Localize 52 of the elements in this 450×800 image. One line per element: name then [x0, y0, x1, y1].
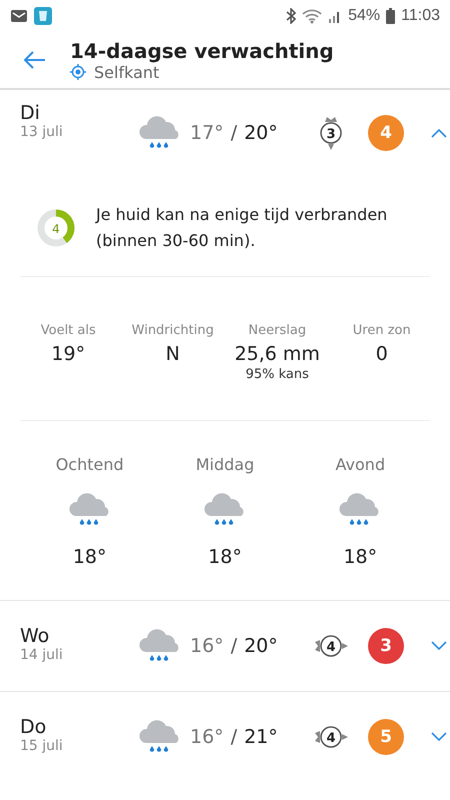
- app-icon: [34, 7, 52, 25]
- detail-value: 0: [376, 343, 388, 365]
- day-row[interactable]: Di 13 juli 17° / 20° 3 4: [0, 90, 450, 176]
- day-row[interactable]: Wo 14 juli 16° / 20° 4 3: [0, 600, 450, 692]
- daypart-temperature: 18°: [208, 546, 242, 568]
- daypart-temperature: 18°: [72, 546, 106, 568]
- page-title: 14-daagse verwachting: [70, 38, 334, 62]
- location-name: Selfkant: [94, 62, 160, 82]
- detail-value: 25,6 mm: [234, 343, 320, 365]
- temperature-separator: /: [230, 122, 238, 144]
- day-date: 13 juli: [20, 124, 64, 140]
- location-icon: [70, 64, 86, 80]
- mail-icon: [10, 8, 28, 24]
- detail-value: 19°: [51, 343, 86, 365]
- detail-label: Neerslag: [248, 323, 306, 338]
- max-temperature: 21°: [244, 726, 278, 748]
- min-temperature: 16°: [190, 726, 224, 748]
- uv-index: 3: [368, 628, 404, 664]
- expand-chevron[interactable]: [430, 731, 448, 744]
- uv-advice: Je huid kan na enige tijd verbranden (binnen 30-60 min).: [96, 204, 388, 252]
- max-temperature: 20°: [244, 635, 278, 658]
- detail-label: Windrichting: [132, 323, 214, 338]
- collapse-chevron[interactable]: [430, 127, 448, 139]
- detail-value: N: [166, 343, 180, 365]
- min-temperature: 17°: [190, 122, 224, 144]
- wifi-icon: [302, 8, 322, 24]
- daypart-temperature: 18°: [343, 546, 378, 568]
- bluetooth-icon: [286, 8, 296, 24]
- day-date: 15 juli: [20, 738, 64, 754]
- temperature-separator: /: [230, 635, 238, 658]
- uv-ring-icon: 4: [36, 208, 76, 248]
- battery-percentage: 54%: [348, 7, 380, 25]
- daypart-label: Middag: [196, 455, 254, 474]
- min-temperature: 16°: [190, 635, 224, 658]
- back-arrow-icon: [24, 51, 46, 69]
- detail-label: Uren zon: [352, 323, 411, 338]
- uv-index: 4: [368, 115, 404, 151]
- clock-time: 11:03: [401, 7, 440, 25]
- max-temperature: 20°: [244, 122, 278, 144]
- day-name: Wo: [20, 625, 50, 648]
- day-date: 14 juli: [20, 647, 64, 664]
- day-name: Do: [20, 716, 48, 738]
- day-row[interactable]: Do 15 juli 16° / 21° 4 5: [0, 691, 450, 782]
- daypart-label: Ochtend: [56, 455, 124, 474]
- expand-chevron[interactable]: [430, 640, 448, 652]
- uv-index: 5: [368, 719, 404, 756]
- battery-icon: [386, 8, 396, 24]
- detail-label: Voelt als: [40, 323, 96, 338]
- day-name: Di: [20, 102, 41, 124]
- daypart-label: Avond: [336, 455, 386, 474]
- temperature-separator: /: [230, 726, 238, 748]
- detail-note: 95% kans: [246, 367, 309, 382]
